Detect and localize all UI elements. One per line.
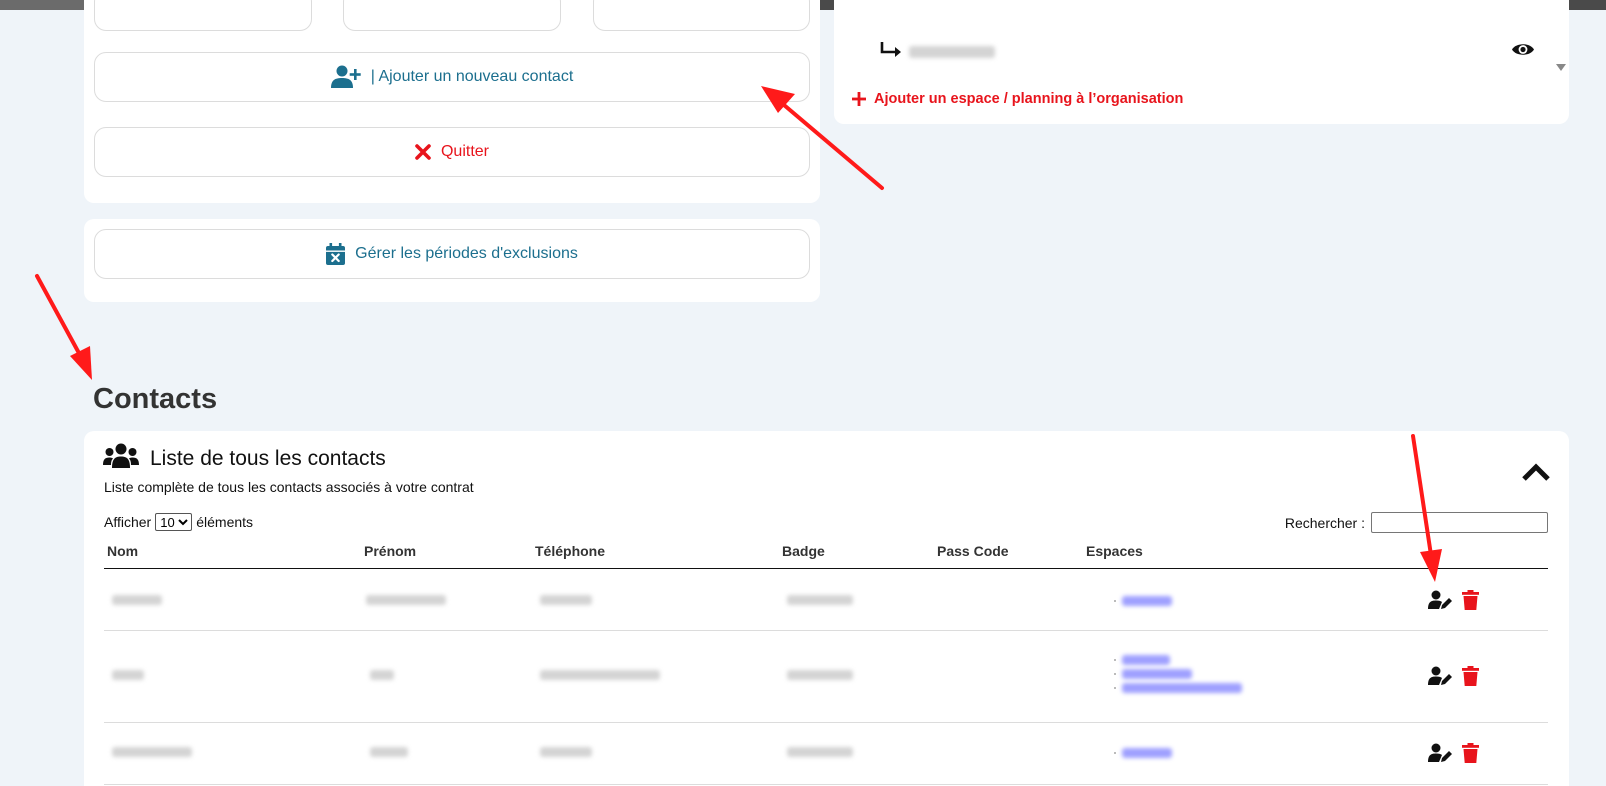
space-link-redacted[interactable] bbox=[1122, 669, 1192, 679]
add-contact-button[interactable]: | Ajouter un nouveau contact bbox=[94, 52, 810, 102]
cell-badge-redacted bbox=[787, 747, 853, 757]
partial-button-3[interactable] bbox=[593, 0, 810, 31]
table-search: Rechercher : bbox=[1285, 512, 1548, 533]
list-item bbox=[1114, 746, 1172, 760]
search-input[interactable] bbox=[1371, 512, 1548, 533]
contacts-card-subtitle: Liste complète de tous les contacts asso… bbox=[104, 479, 474, 495]
search-label: Rechercher : bbox=[1284, 514, 1365, 531]
calendar-x-icon bbox=[326, 243, 346, 265]
space-link-redacted[interactable] bbox=[1122, 655, 1170, 665]
partial-button-1[interactable] bbox=[94, 0, 312, 31]
cell-prenom-redacted bbox=[370, 670, 394, 680]
cell-badge-redacted bbox=[787, 595, 853, 605]
cell-prenom-redacted bbox=[366, 595, 446, 605]
cell-espaces bbox=[1114, 746, 1172, 760]
cell-espaces bbox=[1114, 594, 1172, 608]
trash-icon[interactable] bbox=[1462, 590, 1479, 610]
user-edit-icon[interactable] bbox=[1428, 590, 1452, 610]
cell-telephone-redacted bbox=[540, 747, 592, 757]
table-row bbox=[104, 631, 1548, 723]
column-header-telephone[interactable]: Téléphone bbox=[535, 543, 605, 559]
column-header-nom[interactable]: Nom bbox=[107, 543, 138, 559]
chevron-up-icon[interactable] bbox=[1521, 462, 1551, 482]
row-actions bbox=[1428, 666, 1479, 686]
quit-label: Quitter bbox=[440, 143, 489, 160]
cell-espaces bbox=[1114, 653, 1242, 695]
space-link-redacted[interactable] bbox=[1122, 683, 1242, 693]
cell-telephone-redacted bbox=[540, 595, 592, 605]
cell-nom-redacted bbox=[112, 747, 192, 757]
table-row bbox=[104, 570, 1548, 631]
column-header-pass-code[interactable]: Pass Code bbox=[937, 543, 1009, 559]
list-item bbox=[1114, 667, 1242, 681]
list-item bbox=[1114, 594, 1172, 608]
add-space-link[interactable]: Ajouter un espace / planning à l’organis… bbox=[852, 91, 1183, 107]
return-arrow-icon bbox=[880, 42, 901, 57]
show-entries-suffix: éléments bbox=[196, 514, 254, 530]
user-plus-icon bbox=[330, 65, 361, 88]
space-name-redacted bbox=[909, 46, 995, 58]
quit-button[interactable]: Quitter bbox=[94, 127, 810, 177]
cell-badge-redacted bbox=[787, 670, 853, 680]
row-actions bbox=[1428, 590, 1479, 610]
eye-icon[interactable] bbox=[1511, 41, 1535, 58]
row-actions bbox=[1428, 743, 1479, 763]
add-contact-label: | Ajouter un nouveau contact bbox=[370, 68, 574, 85]
add-space-label: Ajouter un espace / planning à l’organis… bbox=[874, 91, 1184, 107]
user-edit-icon[interactable] bbox=[1428, 743, 1452, 763]
cell-prenom-redacted bbox=[370, 747, 408, 757]
scroll-down-icon[interactable] bbox=[1556, 64, 1566, 72]
column-header-badge[interactable]: Badge bbox=[782, 543, 825, 559]
plus-icon bbox=[852, 92, 866, 106]
manage-exclusions-button[interactable]: Gérer les périodes d'exclusions bbox=[94, 229, 810, 279]
close-x-icon bbox=[415, 144, 431, 160]
show-entries-prefix: Afficher bbox=[104, 514, 152, 530]
table-row bbox=[104, 723, 1548, 785]
show-entries-control: Afficher 10 éléments bbox=[104, 513, 253, 531]
column-header-espaces[interactable]: Espaces bbox=[1086, 543, 1143, 559]
trash-icon[interactable] bbox=[1462, 666, 1479, 686]
list-item bbox=[1114, 653, 1242, 667]
manage-exclusions-label: Gérer les périodes d'exclusions bbox=[355, 245, 578, 262]
cell-telephone-redacted bbox=[540, 670, 660, 680]
cell-nom-redacted bbox=[112, 595, 162, 605]
contacts-card-title: Liste de tous les contacts bbox=[150, 447, 386, 470]
list-item bbox=[1114, 681, 1242, 695]
trash-icon[interactable] bbox=[1462, 743, 1479, 763]
column-header-prenom[interactable]: Prénom bbox=[364, 543, 416, 559]
contacts-table-header: Nom Prénom Téléphone Badge Pass Code Esp… bbox=[104, 541, 1548, 569]
contacts-heading: Contacts bbox=[93, 383, 218, 415]
entries-per-page-select[interactable]: 10 bbox=[155, 513, 193, 531]
user-edit-icon[interactable] bbox=[1428, 666, 1452, 686]
cell-nom-redacted bbox=[112, 670, 144, 680]
space-link-redacted[interactable] bbox=[1122, 748, 1172, 758]
users-group-icon bbox=[103, 443, 139, 468]
space-link-redacted[interactable] bbox=[1122, 596, 1172, 606]
partial-button-2[interactable] bbox=[343, 0, 561, 31]
